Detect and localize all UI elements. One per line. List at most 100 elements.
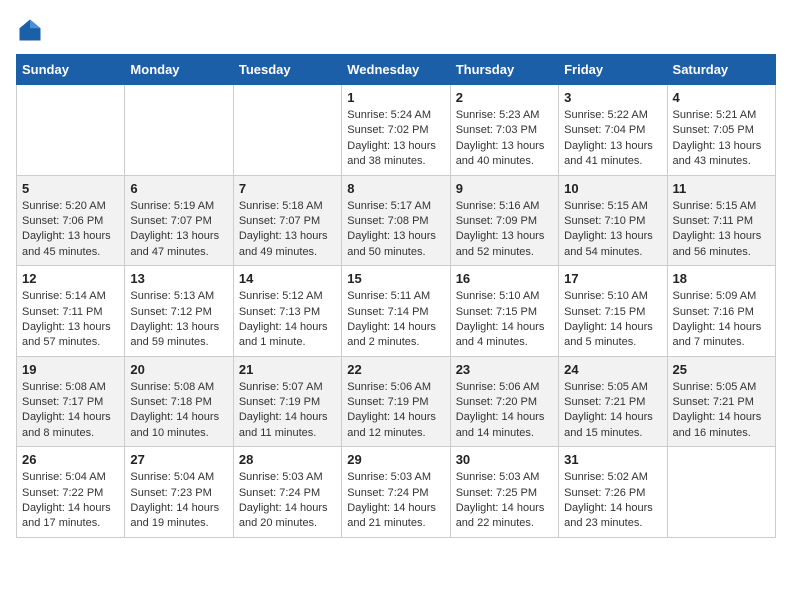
calendar-cell: 30 Sunrise: 5:03 AMSunset: 7:25 PMDaylig… xyxy=(450,447,558,538)
day-info: Sunrise: 5:23 AMSunset: 7:03 PMDaylight:… xyxy=(456,109,545,167)
day-number: 17 xyxy=(564,271,661,286)
calendar-cell: 16 Sunrise: 5:10 AMSunset: 7:15 PMDaylig… xyxy=(450,266,558,357)
day-number: 16 xyxy=(456,271,553,286)
calendar-cell: 13 Sunrise: 5:13 AMSunset: 7:12 PMDaylig… xyxy=(125,266,233,357)
day-number: 14 xyxy=(239,271,336,286)
weekday-header-tuesday: Tuesday xyxy=(233,55,341,85)
day-info: Sunrise: 5:02 AMSunset: 7:26 PMDaylight:… xyxy=(564,471,653,529)
calendar-cell: 18 Sunrise: 5:09 AMSunset: 7:16 PMDaylig… xyxy=(667,266,775,357)
logo xyxy=(16,16,48,44)
weekday-header-wednesday: Wednesday xyxy=(342,55,450,85)
day-number: 20 xyxy=(130,362,227,377)
calendar-cell: 6 Sunrise: 5:19 AMSunset: 7:07 PMDayligh… xyxy=(125,175,233,266)
calendar-cell: 12 Sunrise: 5:14 AMSunset: 7:11 PMDaylig… xyxy=(17,266,125,357)
weekday-header-row: SundayMondayTuesdayWednesdayThursdayFrid… xyxy=(17,55,776,85)
day-info: Sunrise: 5:04 AMSunset: 7:23 PMDaylight:… xyxy=(130,471,219,529)
calendar-week-row: 12 Sunrise: 5:14 AMSunset: 7:11 PMDaylig… xyxy=(17,266,776,357)
day-info: Sunrise: 5:11 AMSunset: 7:14 PMDaylight:… xyxy=(347,290,436,348)
day-number: 7 xyxy=(239,181,336,196)
weekday-header-monday: Monday xyxy=(125,55,233,85)
calendar-week-row: 26 Sunrise: 5:04 AMSunset: 7:22 PMDaylig… xyxy=(17,447,776,538)
day-info: Sunrise: 5:03 AMSunset: 7:24 PMDaylight:… xyxy=(239,471,328,529)
day-number: 13 xyxy=(130,271,227,286)
day-info: Sunrise: 5:09 AMSunset: 7:16 PMDaylight:… xyxy=(673,290,762,348)
calendar-cell xyxy=(17,85,125,176)
weekday-header-saturday: Saturday xyxy=(667,55,775,85)
day-info: Sunrise: 5:20 AMSunset: 7:06 PMDaylight:… xyxy=(22,200,111,258)
calendar-cell: 21 Sunrise: 5:07 AMSunset: 7:19 PMDaylig… xyxy=(233,356,341,447)
calendar-cell xyxy=(233,85,341,176)
calendar-cell: 14 Sunrise: 5:12 AMSunset: 7:13 PMDaylig… xyxy=(233,266,341,357)
day-info: Sunrise: 5:15 AMSunset: 7:11 PMDaylight:… xyxy=(673,200,762,258)
calendar-cell: 23 Sunrise: 5:06 AMSunset: 7:20 PMDaylig… xyxy=(450,356,558,447)
page-header xyxy=(16,16,776,44)
day-info: Sunrise: 5:21 AMSunset: 7:05 PMDaylight:… xyxy=(673,109,762,167)
calendar-table: SundayMondayTuesdayWednesdayThursdayFrid… xyxy=(16,54,776,538)
day-info: Sunrise: 5:05 AMSunset: 7:21 PMDaylight:… xyxy=(673,381,762,439)
calendar-cell: 15 Sunrise: 5:11 AMSunset: 7:14 PMDaylig… xyxy=(342,266,450,357)
day-number: 1 xyxy=(347,90,444,105)
day-info: Sunrise: 5:19 AMSunset: 7:07 PMDaylight:… xyxy=(130,200,219,258)
day-info: Sunrise: 5:06 AMSunset: 7:19 PMDaylight:… xyxy=(347,381,436,439)
calendar-cell: 19 Sunrise: 5:08 AMSunset: 7:17 PMDaylig… xyxy=(17,356,125,447)
calendar-cell: 25 Sunrise: 5:05 AMSunset: 7:21 PMDaylig… xyxy=(667,356,775,447)
calendar-cell: 31 Sunrise: 5:02 AMSunset: 7:26 PMDaylig… xyxy=(559,447,667,538)
calendar-cell: 29 Sunrise: 5:03 AMSunset: 7:24 PMDaylig… xyxy=(342,447,450,538)
weekday-header-thursday: Thursday xyxy=(450,55,558,85)
day-info: Sunrise: 5:07 AMSunset: 7:19 PMDaylight:… xyxy=(239,381,328,439)
day-number: 21 xyxy=(239,362,336,377)
day-number: 5 xyxy=(22,181,119,196)
day-number: 6 xyxy=(130,181,227,196)
calendar-cell: 24 Sunrise: 5:05 AMSunset: 7:21 PMDaylig… xyxy=(559,356,667,447)
day-number: 30 xyxy=(456,452,553,467)
day-number: 10 xyxy=(564,181,661,196)
calendar-cell: 11 Sunrise: 5:15 AMSunset: 7:11 PMDaylig… xyxy=(667,175,775,266)
calendar-cell: 9 Sunrise: 5:16 AMSunset: 7:09 PMDayligh… xyxy=(450,175,558,266)
calendar-cell: 20 Sunrise: 5:08 AMSunset: 7:18 PMDaylig… xyxy=(125,356,233,447)
day-number: 22 xyxy=(347,362,444,377)
day-number: 29 xyxy=(347,452,444,467)
calendar-cell: 3 Sunrise: 5:22 AMSunset: 7:04 PMDayligh… xyxy=(559,85,667,176)
day-number: 28 xyxy=(239,452,336,467)
day-number: 25 xyxy=(673,362,770,377)
day-info: Sunrise: 5:16 AMSunset: 7:09 PMDaylight:… xyxy=(456,200,545,258)
day-info: Sunrise: 5:10 AMSunset: 7:15 PMDaylight:… xyxy=(456,290,545,348)
calendar-cell: 8 Sunrise: 5:17 AMSunset: 7:08 PMDayligh… xyxy=(342,175,450,266)
calendar-cell: 27 Sunrise: 5:04 AMSunset: 7:23 PMDaylig… xyxy=(125,447,233,538)
calendar-cell xyxy=(667,447,775,538)
day-info: Sunrise: 5:03 AMSunset: 7:24 PMDaylight:… xyxy=(347,471,436,529)
weekday-header-friday: Friday xyxy=(559,55,667,85)
day-info: Sunrise: 5:18 AMSunset: 7:07 PMDaylight:… xyxy=(239,200,328,258)
calendar-cell: 10 Sunrise: 5:15 AMSunset: 7:10 PMDaylig… xyxy=(559,175,667,266)
day-number: 19 xyxy=(22,362,119,377)
day-number: 11 xyxy=(673,181,770,196)
day-number: 31 xyxy=(564,452,661,467)
day-number: 12 xyxy=(22,271,119,286)
calendar-week-row: 19 Sunrise: 5:08 AMSunset: 7:17 PMDaylig… xyxy=(17,356,776,447)
calendar-cell xyxy=(125,85,233,176)
day-info: Sunrise: 5:03 AMSunset: 7:25 PMDaylight:… xyxy=(456,471,545,529)
day-info: Sunrise: 5:05 AMSunset: 7:21 PMDaylight:… xyxy=(564,381,653,439)
day-info: Sunrise: 5:04 AMSunset: 7:22 PMDaylight:… xyxy=(22,471,111,529)
day-number: 3 xyxy=(564,90,661,105)
calendar-cell: 7 Sunrise: 5:18 AMSunset: 7:07 PMDayligh… xyxy=(233,175,341,266)
logo-icon xyxy=(16,16,44,44)
day-info: Sunrise: 5:13 AMSunset: 7:12 PMDaylight:… xyxy=(130,290,219,348)
day-number: 9 xyxy=(456,181,553,196)
day-info: Sunrise: 5:14 AMSunset: 7:11 PMDaylight:… xyxy=(22,290,111,348)
day-info: Sunrise: 5:08 AMSunset: 7:17 PMDaylight:… xyxy=(22,381,111,439)
day-number: 8 xyxy=(347,181,444,196)
day-info: Sunrise: 5:24 AMSunset: 7:02 PMDaylight:… xyxy=(347,109,436,167)
calendar-cell: 26 Sunrise: 5:04 AMSunset: 7:22 PMDaylig… xyxy=(17,447,125,538)
day-number: 23 xyxy=(456,362,553,377)
calendar-week-row: 1 Sunrise: 5:24 AMSunset: 7:02 PMDayligh… xyxy=(17,85,776,176)
day-info: Sunrise: 5:15 AMSunset: 7:10 PMDaylight:… xyxy=(564,200,653,258)
day-number: 27 xyxy=(130,452,227,467)
day-info: Sunrise: 5:06 AMSunset: 7:20 PMDaylight:… xyxy=(456,381,545,439)
calendar-cell: 2 Sunrise: 5:23 AMSunset: 7:03 PMDayligh… xyxy=(450,85,558,176)
calendar-week-row: 5 Sunrise: 5:20 AMSunset: 7:06 PMDayligh… xyxy=(17,175,776,266)
weekday-header-sunday: Sunday xyxy=(17,55,125,85)
calendar-cell: 22 Sunrise: 5:06 AMSunset: 7:19 PMDaylig… xyxy=(342,356,450,447)
day-number: 18 xyxy=(673,271,770,286)
day-number: 4 xyxy=(673,90,770,105)
